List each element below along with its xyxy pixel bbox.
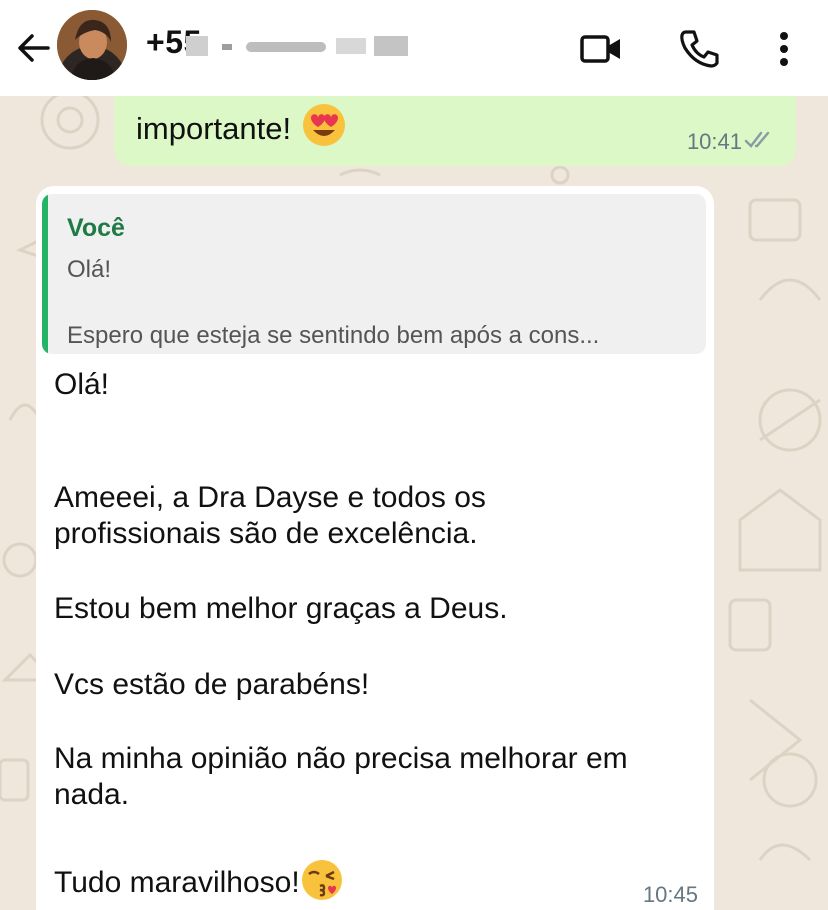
message-line: profissionais são de excelência. [54, 517, 478, 550]
chat-header: +55 [0, 0, 828, 96]
avatar[interactable] [57, 10, 127, 80]
message-line: Vcs estão de parabéns! [54, 668, 370, 701]
outgoing-message-bubble[interactable]: importante! 10:41 [114, 96, 796, 166]
more-vertical-icon[interactable] [764, 26, 804, 72]
message-line: Estou bem melhor graças a Deus. [54, 592, 508, 625]
outgoing-message-time: 10:41 [686, 129, 742, 154]
message-line: Tudo maravilhoso! [54, 865, 300, 899]
outgoing-message-text: importante! [136, 111, 292, 146]
outgoing-message-text-row: importante! [136, 102, 347, 156]
incoming-message-bubble[interactable]: Você Olá! Espero que esteja se sentindo … [36, 186, 714, 910]
message-line: Na minha opinião não precisa melhorar em [54, 742, 628, 775]
heart-eyes-emoji [301, 102, 347, 156]
video-call-icon[interactable] [578, 26, 624, 72]
quote-line: Espero que esteja se sentindo bem após a… [67, 322, 600, 349]
back-arrow-icon[interactable] [14, 28, 54, 68]
redacted-phone-number [186, 36, 408, 56]
quoted-reply[interactable]: Você Olá! Espero que esteja se sentindo … [42, 194, 706, 354]
quote-author: Você [67, 214, 125, 242]
quote-line: Olá! [67, 256, 112, 283]
kissing-heart-emoji [300, 858, 344, 910]
message-line: Ameeei, a Dra Dayse e todos os [54, 481, 486, 514]
quote-accent-bar [42, 194, 48, 354]
message-line-last: Tudo maravilhoso! [54, 858, 344, 910]
phone-icon[interactable] [676, 26, 722, 72]
incoming-message-time: 10:45 [642, 882, 698, 907]
double-check-icon [744, 130, 774, 155]
message-line: Olá! [54, 368, 110, 401]
message-line: nada. [54, 778, 130, 811]
